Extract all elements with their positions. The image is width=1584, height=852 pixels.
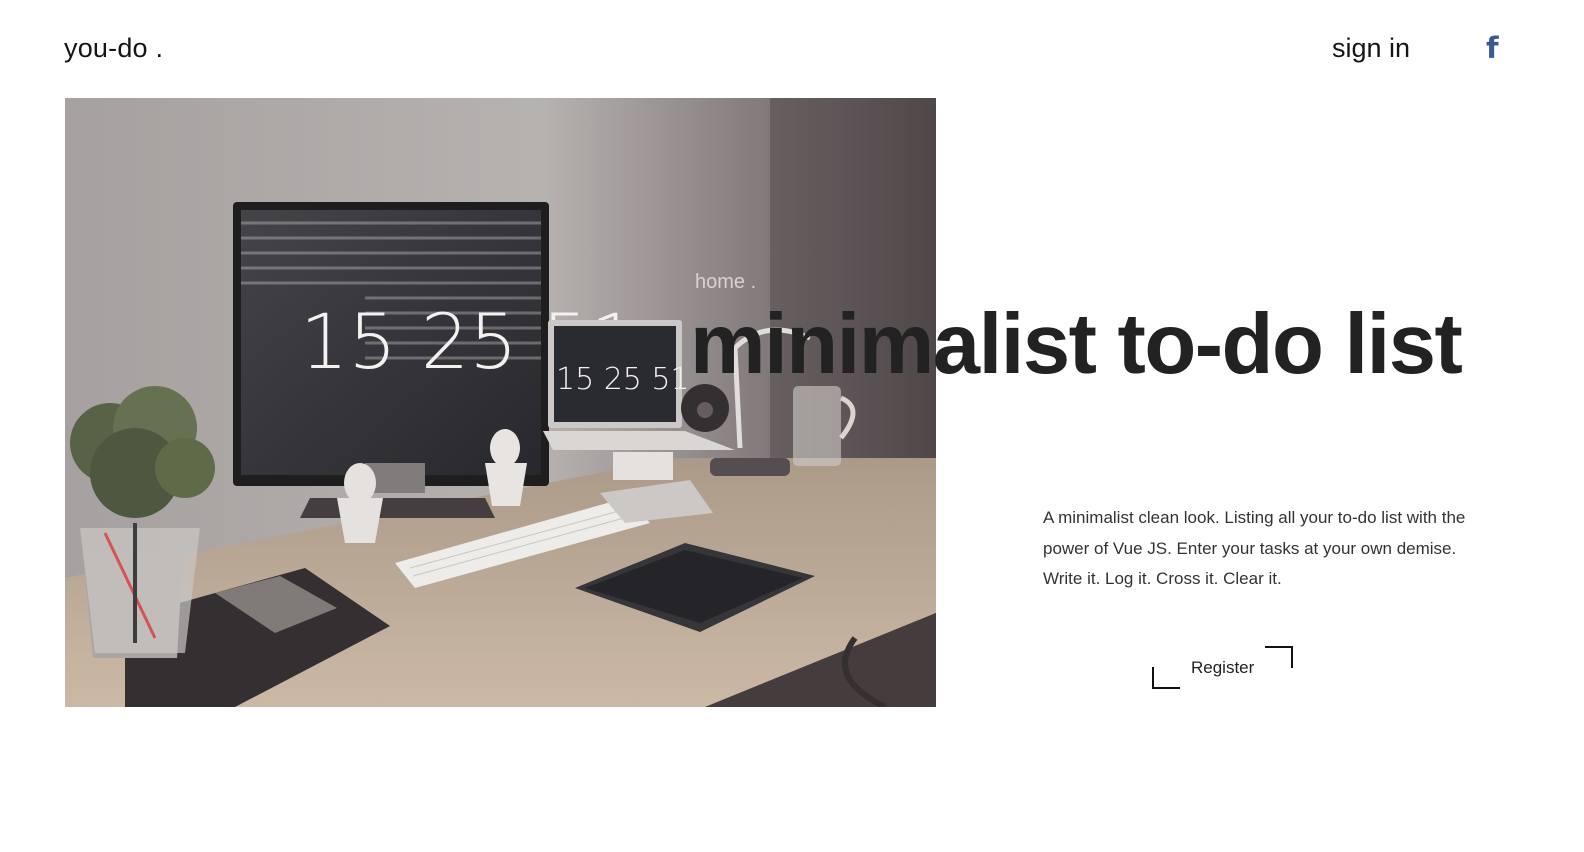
sign-in-link[interactable]: sign in	[1332, 33, 1410, 64]
page-title: minimalist to-do list	[690, 297, 1463, 392]
intro-description: A minimalist clean look. Listing all you…	[1043, 508, 1466, 588]
register-button[interactable]: Register	[1150, 645, 1296, 691]
logo[interactable]: you-do .	[64, 33, 163, 64]
home-label: home .	[695, 271, 757, 293]
bracket-corner-top-right	[1265, 646, 1293, 668]
register-label: Register	[1191, 658, 1255, 677]
hero-image: 15 25 51 15 25 51	[65, 98, 936, 707]
facebook-icon[interactable]: f	[1486, 30, 1506, 66]
bracket-corner-bottom-left	[1152, 667, 1180, 689]
